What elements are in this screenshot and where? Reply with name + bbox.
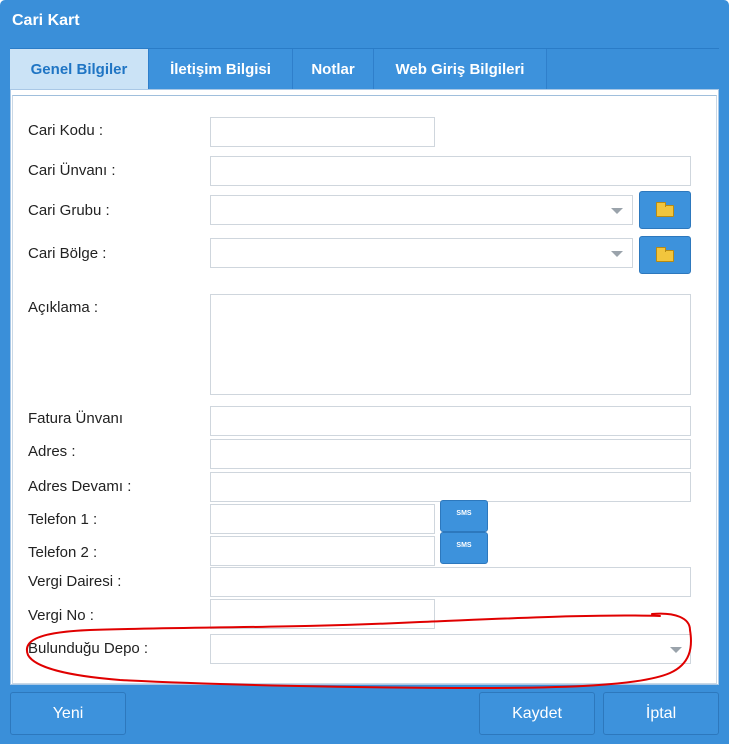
chevron-down-icon bbox=[611, 251, 623, 257]
cari-grubu-label: Cari Grubu : bbox=[28, 202, 110, 219]
iptal-button[interactable]: İptal bbox=[603, 692, 719, 735]
tab-bar: Genel Bilgiler İletişim Bilgisi Notlar W… bbox=[10, 48, 719, 91]
window-title: Cari Kart bbox=[12, 12, 80, 29]
cari-unvani-label: Cari Ünvanı : bbox=[28, 162, 116, 179]
vergi-dairesi-input[interactable] bbox=[210, 567, 691, 597]
vergi-no-label: Vergi No : bbox=[28, 607, 94, 624]
cari-bolge-label: Cari Bölge : bbox=[28, 245, 107, 262]
tab-genel-bilgiler[interactable]: Genel Bilgiler bbox=[10, 49, 149, 91]
adres-devami-input[interactable] bbox=[210, 472, 691, 502]
folder-icon bbox=[656, 247, 674, 262]
cari-bolge-browse-button[interactable] bbox=[639, 236, 691, 274]
tab-notlar[interactable]: Notlar bbox=[293, 49, 374, 91]
chevron-down-icon bbox=[611, 208, 623, 214]
tab-web-giris-bilgileri[interactable]: Web Giriş Bilgileri bbox=[374, 49, 547, 91]
kaydet-button[interactable]: Kaydet bbox=[479, 692, 595, 735]
sms-icon: SMS bbox=[456, 510, 472, 517]
bulundugu-depo-label: Bulunduğu Depo : bbox=[28, 640, 149, 657]
adres-input[interactable] bbox=[210, 439, 691, 469]
cari-kodu-label: Cari Kodu : bbox=[28, 122, 104, 139]
telefon2-sms-button[interactable]: SMS bbox=[440, 532, 488, 564]
fatura-unvani-label: Fatura Ünvanı bbox=[28, 410, 124, 427]
cari-unvani-input[interactable] bbox=[210, 156, 691, 186]
title-bar: Cari Kart bbox=[0, 0, 729, 42]
telefon1-label: Telefon 1 : bbox=[28, 511, 98, 528]
telefon2-label: Telefon 2 : bbox=[28, 544, 98, 561]
chevron-down-icon bbox=[670, 647, 682, 653]
adres-devami-label: Adres Devamı : bbox=[28, 478, 132, 495]
cari-grubu-browse-button[interactable] bbox=[639, 191, 691, 229]
cari-grubu-select[interactable] bbox=[210, 195, 633, 225]
sms-icon: SMS bbox=[456, 542, 472, 549]
vergi-dairesi-label: Vergi Dairesi : bbox=[28, 573, 122, 590]
aciklama-textarea[interactable] bbox=[210, 294, 691, 395]
telefon1-sms-button[interactable]: SMS bbox=[440, 500, 488, 532]
telefon1-input[interactable] bbox=[210, 504, 435, 534]
folder-icon bbox=[656, 202, 674, 217]
fatura-unvani-input[interactable] bbox=[210, 406, 691, 436]
telefon2-input[interactable] bbox=[210, 536, 435, 566]
vergi-no-input[interactable] bbox=[210, 599, 435, 629]
yeni-button[interactable]: Yeni bbox=[10, 692, 126, 735]
adres-label: Adres : bbox=[28, 443, 76, 460]
cari-bolge-select[interactable] bbox=[210, 238, 633, 268]
bulundugu-depo-select[interactable] bbox=[210, 634, 691, 664]
cari-kodu-input[interactable] bbox=[210, 117, 435, 147]
tab-iletisim-bilgisi[interactable]: İletişim Bilgisi bbox=[149, 49, 293, 91]
aciklama-label: Açıklama : bbox=[28, 299, 99, 316]
